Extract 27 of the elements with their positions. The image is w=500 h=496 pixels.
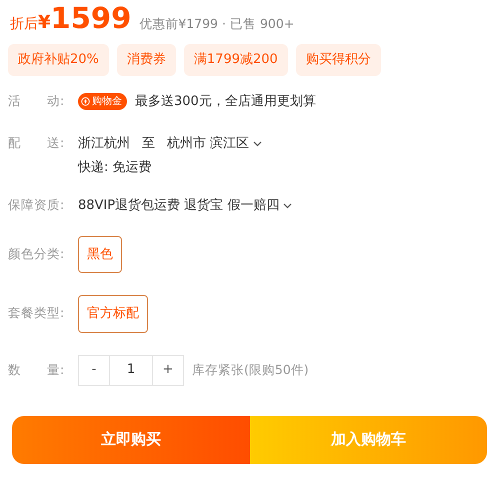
stock-note: 库存紧张(限购50件) xyxy=(192,360,309,379)
original-price: 优惠前¥1799 xyxy=(139,15,218,33)
separator-dot: · xyxy=(222,15,226,33)
guarantee-dropdown[interactable]: 88VIP退货包运费 退货宝 假一赔四 xyxy=(78,196,292,216)
price-amount: 1599 xyxy=(50,4,132,33)
promo-tag: 政府补贴20% xyxy=(8,44,109,76)
flame-icon xyxy=(81,97,90,106)
field-label: 颜色分类: xyxy=(8,244,66,263)
field-label: 配 送: xyxy=(8,134,66,152)
currency-symbol: ¥ xyxy=(38,11,51,35)
promo-tag: 消费券 xyxy=(116,44,176,76)
field-label: 活 动: xyxy=(8,92,66,110)
chevron-down-icon xyxy=(283,202,292,208)
address-dropdown[interactable]: 杭州市 滨江区 xyxy=(167,134,262,154)
field-label: 数 量: xyxy=(8,360,66,379)
shipping-info: 快递: 免运费 xyxy=(78,158,153,176)
promo-tag: 满1799减200 xyxy=(184,44,288,76)
price-prefix: 折后 xyxy=(10,15,38,34)
promo-badge: 购物金 xyxy=(78,93,127,110)
ship-from: 浙江杭州 xyxy=(78,134,130,153)
field-label: 套餐类型: xyxy=(8,304,66,322)
promo-tag: 购买得积分 xyxy=(296,44,381,76)
field-label: 保障资质: xyxy=(8,196,66,214)
sold-count: 已售 900+ xyxy=(230,15,294,33)
to-word: 至 xyxy=(142,134,155,153)
promo-text: 最多送300元，全店通用更划算 xyxy=(135,92,316,111)
chevron-down-icon xyxy=(253,140,262,146)
